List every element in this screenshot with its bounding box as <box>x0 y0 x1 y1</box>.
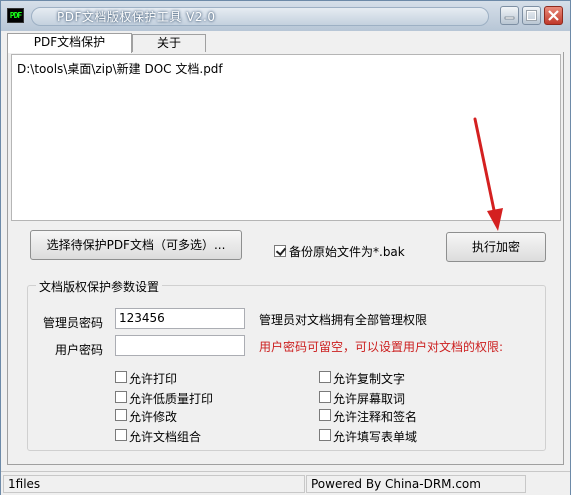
user-password-note: 用户密码可留空，可以设置用户对文档的权限: <box>259 340 504 354</box>
status-bar: 1files Powered By China-DRM.com <box>1 471 570 495</box>
user-password-label: 用户密码 <box>55 343 104 357</box>
maximize-button[interactable] <box>522 6 541 25</box>
tab-about[interactable]: 关于 <box>132 34 206 52</box>
allow-modify-label[interactable]: 允许修改 <box>129 408 177 425</box>
close-icon <box>548 10 559 21</box>
allow-low-quality-print-label[interactable]: 允许低质量打印 <box>129 390 213 407</box>
allow-fill-forms-checkbox[interactable] <box>319 429 331 441</box>
backup-checkbox[interactable] <box>274 245 286 257</box>
user-password-field[interactable] <box>115 335 245 356</box>
admin-password-field[interactable]: 123456 <box>115 308 245 329</box>
admin-password-label: 管理员密码 <box>43 316 104 330</box>
allow-print-label[interactable]: 允许打印 <box>129 370 177 387</box>
allow-print-checkbox[interactable] <box>115 371 127 383</box>
admin-password-note: 管理员对文档拥有全部管理权限 <box>259 313 428 327</box>
close-button[interactable] <box>544 6 563 25</box>
allow-assemble-label[interactable]: 允许文档组合 <box>129 428 201 445</box>
maximize-icon <box>526 10 537 21</box>
minimize-button[interactable] <box>500 6 519 25</box>
encrypt-button[interactable]: 执行加密 <box>446 232 546 262</box>
allow-copy-text-checkbox[interactable] <box>319 371 331 383</box>
allow-annotate-sign-label[interactable]: 允许注释和签名 <box>333 408 417 425</box>
tab-pdf-protect[interactable]: PDF文档保护 <box>7 33 132 53</box>
backup-checkbox-label[interactable]: 备份原始文件为*.bak <box>289 243 405 260</box>
file-list[interactable]: D:\tools\桌面\zip\新建 DOC 文档.pdf <box>11 54 561 221</box>
minimize-icon <box>504 16 515 20</box>
allow-low-quality-print-checkbox[interactable] <box>115 391 127 403</box>
file-list-item[interactable]: D:\tools\桌面\zip\新建 DOC 文档.pdf <box>17 60 223 77</box>
title-bar[interactable]: PDF PDF文档版权保护工具 V2.0 <box>1 1 570 31</box>
allow-fill-forms-label[interactable]: 允许填写表单域 <box>333 428 417 445</box>
select-pdf-button[interactable]: 选择待保护PDF文档（可多选）... <box>30 230 242 260</box>
app-logo-icon: PDF <box>7 8 24 23</box>
allow-annotate-sign-checkbox[interactable] <box>319 409 331 421</box>
allow-assemble-checkbox[interactable] <box>115 429 127 441</box>
allow-screen-capture-label[interactable]: 允许屏幕取词 <box>333 390 405 407</box>
status-file-count: 1files <box>3 475 305 493</box>
allow-copy-text-label[interactable]: 允许复制文字 <box>333 370 405 387</box>
window-title: PDF文档版权保护工具 V2.0 <box>57 10 216 24</box>
allow-modify-checkbox[interactable] <box>115 409 127 421</box>
status-powered-by: Powered By China-DRM.com <box>306 475 526 493</box>
app-window: PDF PDF文档版权保护工具 V2.0 PDF文档保护 关于 D:\tools… <box>0 0 571 495</box>
settings-group-title: 文档版权保护参数设置 <box>36 278 163 295</box>
allow-screen-capture-checkbox[interactable] <box>319 391 331 403</box>
settings-group <box>27 285 546 451</box>
